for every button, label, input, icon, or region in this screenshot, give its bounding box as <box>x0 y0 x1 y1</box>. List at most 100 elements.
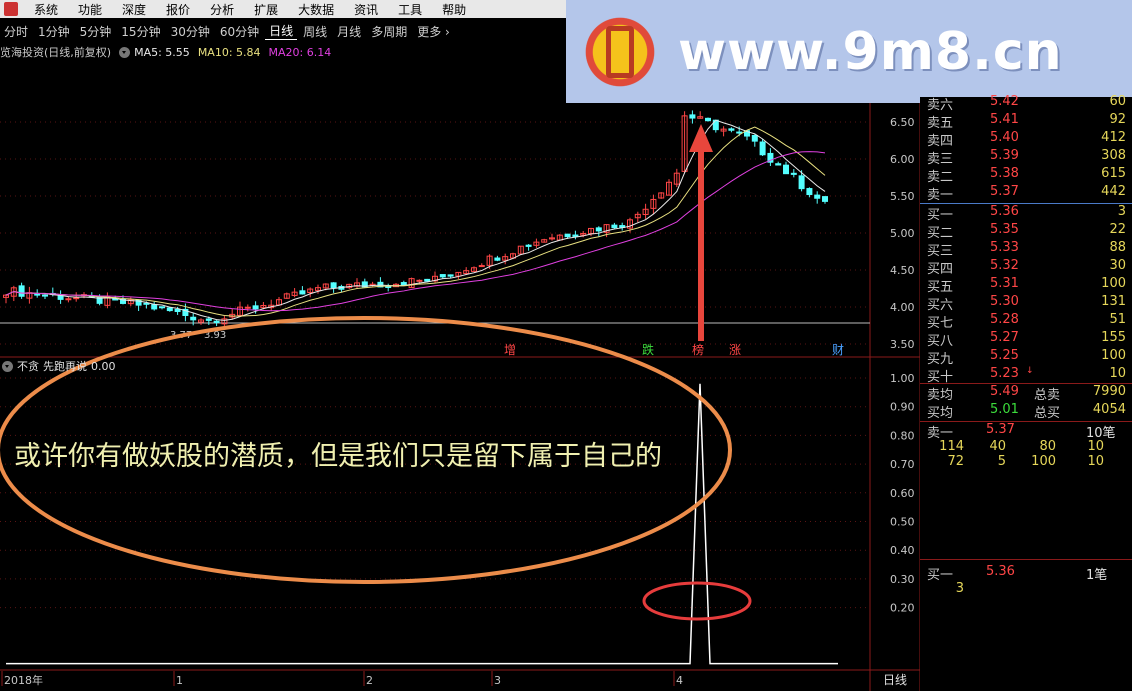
summary-cell: 7990 <box>1092 384 1126 399</box>
event-tag: 增 <box>504 343 516 357</box>
ask-row[interactable]: 卖三 5.39 308 <box>920 148 1132 167</box>
bid-row[interactable]: 买六 5.30 131 <box>920 294 1132 313</box>
indicator-tick-label: 0.30 <box>890 573 915 586</box>
order-price: 5.25 <box>990 348 1019 363</box>
order-level-label: 卖四 <box>927 134 954 149</box>
candle-body <box>159 306 165 309</box>
order-level-label: 买六 <box>927 298 954 313</box>
bid-row[interactable]: 买十 5.23 10 ↓ <box>920 366 1132 385</box>
candle-body <box>736 131 743 134</box>
period-indicator-tag[interactable]: 日线 <box>870 671 920 689</box>
queue-buy-header: 买一 5.36 1笔 <box>920 564 1132 583</box>
candle-body <box>65 298 72 301</box>
date-label: 2 <box>366 674 373 687</box>
order-price: 5.27 <box>990 330 1019 345</box>
order-level-label: 卖二 <box>927 170 954 185</box>
order-level-label: 卖一 <box>927 188 954 203</box>
menu-item-analysis[interactable]: 分析 <box>200 1 244 18</box>
summary-cell: 5.49 <box>990 384 1019 399</box>
queue-buy-row: 3 <box>920 581 1132 599</box>
period-tab-more[interactable]: 更多 › <box>413 23 454 40</box>
menu-item-extend[interactable]: 扩展 <box>244 1 288 18</box>
period-tab-1min[interactable]: 1分钟 <box>34 23 74 40</box>
order-volume: 88 <box>1109 240 1126 255</box>
ask-row[interactable]: 卖二 5.38 615 <box>920 166 1132 185</box>
period-tab-5min[interactable]: 5分钟 <box>76 23 116 40</box>
order-volume: 615 <box>1101 166 1126 181</box>
arrow-down-icon: ↓ <box>1026 366 1034 376</box>
bid-row[interactable]: 买九 5.25 100 <box>920 348 1132 367</box>
candle-body <box>564 233 571 238</box>
period-tab-timeshare[interactable]: 分时 <box>0 23 32 40</box>
bid-row[interactable]: 买二 5.35 22 <box>920 222 1132 241</box>
more-label: 更多 <box>417 24 442 39</box>
indicator-tick-label: 0.80 <box>890 429 915 442</box>
candle-body <box>151 304 158 310</box>
candle-body <box>385 285 392 288</box>
avg-sell-row: 卖均 5.49 总卖 7990 <box>920 384 1132 403</box>
menu-item-function[interactable]: 功能 <box>68 1 112 18</box>
summary-cell: 4054 <box>1092 402 1126 417</box>
candle-body <box>775 163 782 166</box>
candle-body <box>213 320 220 324</box>
dropdown-icon[interactable] <box>119 46 131 58</box>
bid-row[interactable]: 买五 5.31 100 <box>920 276 1132 295</box>
event-tag: 财 <box>832 343 844 357</box>
bid-row[interactable]: 买一 5.36 3 <box>920 204 1132 223</box>
menu-item-news[interactable]: 资讯 <box>344 1 388 18</box>
candle-body <box>759 141 766 156</box>
bid-row[interactable]: 买八 5.27 155 <box>920 330 1132 349</box>
queue-volume: 10 <box>1087 439 1104 454</box>
order-volume: 60 <box>1109 94 1126 109</box>
order-price: 5.35 <box>990 222 1019 237</box>
ask-row[interactable]: 卖一 5.37 442 <box>920 184 1132 203</box>
ask-row[interactable]: 卖六 5.42 60 <box>920 94 1132 113</box>
candle-body <box>689 114 696 119</box>
period-tab-15min[interactable]: 15分钟 <box>117 23 164 40</box>
candle-body <box>705 117 711 122</box>
order-level-label: 买九 <box>927 352 954 367</box>
candle-body <box>252 305 259 310</box>
candle-body <box>447 274 454 277</box>
order-level-label: 卖五 <box>927 116 954 131</box>
menu-item-help[interactable]: 帮助 <box>432 1 476 18</box>
ask-row[interactable]: 卖四 5.40 412 <box>920 130 1132 149</box>
candle-body <box>751 134 758 142</box>
ask-row[interactable]: 卖五 5.41 92 <box>920 112 1132 131</box>
period-tab-30min[interactable]: 30分钟 <box>167 23 214 40</box>
period-tab-60min[interactable]: 60分钟 <box>216 23 263 40</box>
indicator-dropdown-icon[interactable] <box>2 360 13 372</box>
period-tab-daily[interactable]: 日线 <box>265 22 298 40</box>
order-price: 5.38 <box>990 166 1019 181</box>
indicator-tick-label: 0.90 <box>890 401 915 414</box>
ma-legend: 览海投资(日线,前复权) MA5: 5.55 MA10: 5.84 MA20: … <box>0 44 331 60</box>
bid-row[interactable]: 买七 5.28 51 <box>920 312 1132 331</box>
candle-body <box>42 294 48 297</box>
annotation-arrow-head <box>689 124 713 152</box>
queue-volume: 5 <box>997 454 1006 469</box>
order-level-label: 买二 <box>927 226 954 241</box>
summary-cell: 卖均 <box>927 388 954 403</box>
queue-volume: 40 <box>989 439 1006 454</box>
queue-volume: 10 <box>1087 454 1104 469</box>
menu-item-quote[interactable]: 报价 <box>156 1 200 18</box>
indicator-tick-label: 0.60 <box>890 487 915 500</box>
period-tab-multi[interactable]: 多周期 <box>367 23 411 40</box>
menu-item-tools[interactable]: 工具 <box>388 1 432 18</box>
bid-row[interactable]: 买四 5.32 30 <box>920 258 1132 277</box>
candle-body <box>611 224 618 229</box>
period-tab-monthly[interactable]: 月线 <box>333 23 365 40</box>
candle-body <box>190 316 197 321</box>
menu-item-bigdata[interactable]: 大数据 <box>288 1 344 18</box>
candle-body <box>18 285 25 297</box>
order-volume: 442 <box>1101 184 1126 199</box>
queue-volume: 72 <box>947 454 964 469</box>
bid-row[interactable]: 买三 5.33 88 <box>920 240 1132 259</box>
menu-item-depth[interactable]: 深度 <box>112 1 156 18</box>
order-level-label: 卖六 <box>927 98 954 113</box>
price-tick-label: 5.50 <box>890 190 915 203</box>
indicator-desc: 先跑再说 <box>43 360 87 373</box>
period-tab-weekly[interactable]: 周线 <box>299 23 331 40</box>
candle-body <box>728 128 735 131</box>
menu-item-system[interactable]: 系统 <box>24 1 68 18</box>
